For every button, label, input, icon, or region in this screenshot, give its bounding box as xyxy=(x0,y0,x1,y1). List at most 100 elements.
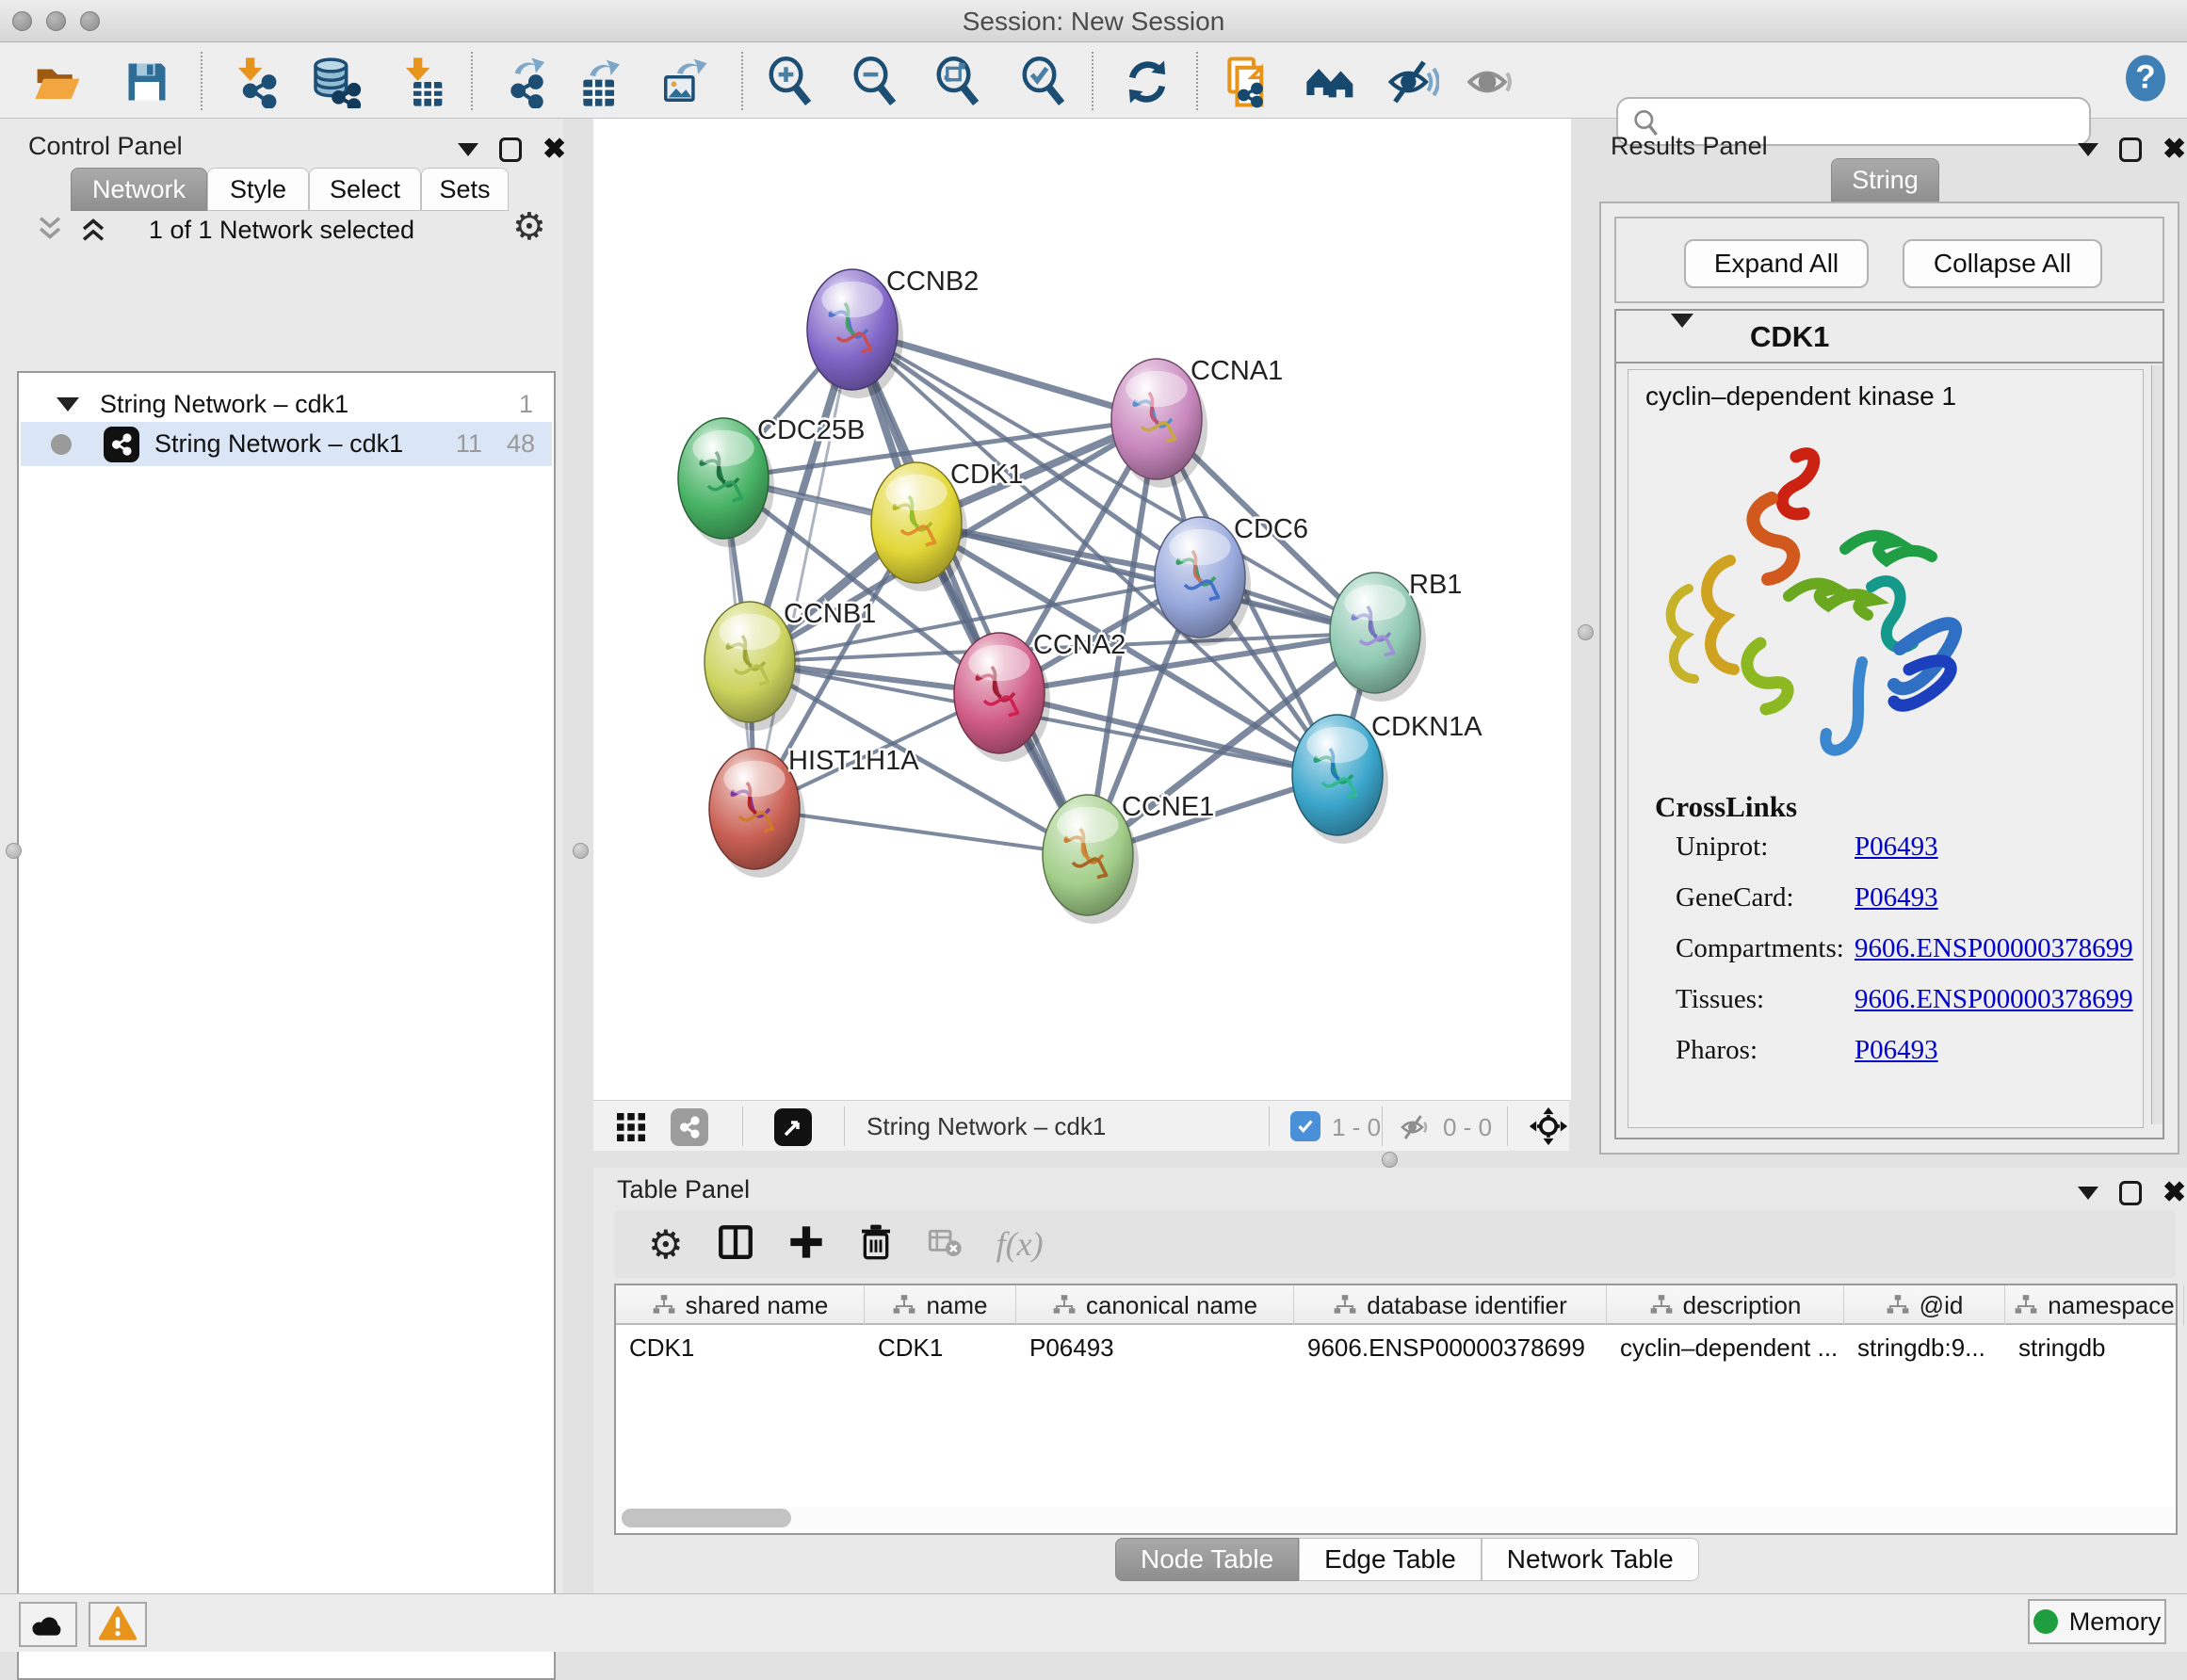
panel-menu-icon[interactable] xyxy=(2078,143,2098,156)
panel-close-icon[interactable]: ✖ xyxy=(2163,1181,2186,1205)
crosslink-link[interactable]: P06493 xyxy=(1855,882,1938,913)
home-layout-button[interactable] xyxy=(1304,56,1357,108)
panel-close-icon[interactable]: ✖ xyxy=(543,137,566,162)
import-table-file-button[interactable] xyxy=(394,56,446,108)
node-result-header[interactable]: CDK1 xyxy=(1616,311,2163,363)
network-collection-row[interactable]: String Network – cdk1 1 xyxy=(21,382,552,427)
network-graph: CCNB2 CCNA1 CDC25B CDK1 CDC6 xyxy=(593,119,1571,1100)
column-header-@id[interactable]: @id xyxy=(1844,1285,2005,1325)
left-edge-splitter-handle[interactable] xyxy=(6,843,22,859)
fit-content-crosshair-icon[interactable] xyxy=(1528,1106,1569,1152)
open-session-button[interactable] xyxy=(31,56,84,108)
refresh-button[interactable] xyxy=(1121,56,1174,108)
delete-column-trash-icon[interactable] xyxy=(857,1223,895,1266)
table-cell[interactable]: CDK1 xyxy=(865,1329,1016,1366)
network-edge[interactable] xyxy=(852,330,1088,855)
collapse-all-button[interactable]: Collapse All xyxy=(1903,239,2102,288)
show-columns-icon[interactable] xyxy=(716,1222,755,1267)
selected-checkbox-icon[interactable] xyxy=(1290,1111,1320,1141)
expand-all-button[interactable]: Expand All xyxy=(1684,239,1869,288)
panel-menu-icon[interactable] xyxy=(2078,1187,2098,1200)
network-node-HIST1H1A[interactable]: HIST1H1A xyxy=(709,746,919,878)
column-header-database-identifier[interactable]: database identifier xyxy=(1294,1285,1607,1325)
network-node-CCNB2[interactable]: CCNB2 xyxy=(807,267,979,398)
warnings-button[interactable] xyxy=(89,1602,147,1647)
network-view-title: String Network – cdk1 xyxy=(867,1112,1106,1141)
birds-eye-view-icon[interactable] xyxy=(614,1110,648,1149)
tab-edge-table[interactable]: Edge Table xyxy=(1299,1538,1482,1581)
import-network-database-button[interactable] xyxy=(309,56,362,108)
scrollbar-thumb[interactable] xyxy=(622,1509,791,1527)
hide-selected-button[interactable] xyxy=(1386,56,1439,108)
tab-node-table[interactable]: Node Table xyxy=(1115,1538,1299,1581)
crosslink-link[interactable]: 9606.ENSP00000378699 xyxy=(1855,984,2133,1015)
collection-expander-icon[interactable] xyxy=(57,397,79,412)
table-settings-gear-icon[interactable]: ⚙ xyxy=(648,1221,684,1268)
table-cell[interactable]: stringdb:9... xyxy=(1844,1329,2005,1366)
table-cell[interactable]: CDK1 xyxy=(616,1329,865,1366)
results-scrollbar[interactable] xyxy=(2151,365,2163,1124)
create-column-icon[interactable] xyxy=(787,1223,825,1266)
network-node-CCNA2[interactable]: CCNA2 xyxy=(954,630,1126,762)
panel-close-icon[interactable]: ✖ xyxy=(2163,137,2186,162)
node-label: CCNE1 xyxy=(1122,792,1214,822)
crosslink-link[interactable]: P06493 xyxy=(1855,832,1938,863)
control-canvas-splitter-handle[interactable] xyxy=(573,843,589,859)
string-view-icon[interactable] xyxy=(671,1108,708,1146)
node-label: CCNB2 xyxy=(886,267,979,297)
tab-sets[interactable]: Sets xyxy=(421,168,509,211)
show-all-button[interactable] xyxy=(1467,56,1520,108)
column-header-description[interactable]: description xyxy=(1607,1285,1844,1325)
network-node-CDC25B[interactable]: CDC25B xyxy=(678,415,865,547)
panel-float-icon[interactable] xyxy=(2119,137,2142,162)
network-node-CCNE1[interactable]: CCNE1 xyxy=(1043,792,1214,924)
crosslink-link[interactable]: P06493 xyxy=(1855,1035,1938,1066)
tab-network-table[interactable]: Network Table xyxy=(1482,1538,1699,1581)
node-label: HIST1H1A xyxy=(788,746,919,776)
column-source-icon xyxy=(652,1293,676,1317)
panel-menu-icon[interactable] xyxy=(458,143,478,156)
column-header-shared-name[interactable]: shared name xyxy=(616,1285,865,1325)
canvas-table-splitter-handle[interactable] xyxy=(1382,1152,1398,1168)
tab-network[interactable]: Network xyxy=(71,168,207,211)
toolbar-separator xyxy=(1092,52,1094,110)
table-cell[interactable]: 9606.ENSP00000378699 xyxy=(1294,1329,1607,1366)
save-session-button[interactable] xyxy=(121,56,173,108)
table-horizontal-scrollbar[interactable] xyxy=(618,1507,2174,1529)
zoom-selected-button[interactable] xyxy=(1017,56,1070,108)
column-header-name[interactable]: name xyxy=(865,1285,1016,1325)
panel-float-icon[interactable] xyxy=(499,137,522,162)
network-node-CDKN1A[interactable]: CDKN1A xyxy=(1292,712,1482,844)
zoom-in-button[interactable] xyxy=(764,56,817,108)
tab-string[interactable]: String xyxy=(1831,158,1939,202)
network-node-RB1[interactable]: RB1 xyxy=(1330,570,1462,702)
network-selection-status: 1 of 1 Network selected xyxy=(0,216,563,245)
network-row-selected[interactable]: String Network – cdk1 11 48 xyxy=(21,422,552,466)
network-node-CCNB1[interactable]: CCNB1 xyxy=(705,599,876,731)
crosslink-link[interactable]: 9606.ENSP00000378699 xyxy=(1855,933,2133,964)
panel-float-icon[interactable] xyxy=(2119,1181,2142,1205)
tab-select[interactable]: Select xyxy=(309,168,421,211)
import-network-file-button[interactable] xyxy=(226,56,279,108)
memory-button[interactable]: Memory xyxy=(2028,1599,2166,1644)
open-in-window-icon[interactable] xyxy=(774,1108,812,1146)
export-table-button[interactable] xyxy=(575,56,627,108)
table-cell[interactable]: stringdb xyxy=(2005,1329,2184,1366)
network-canvas[interactable]: CCNB2 CCNA1 CDC25B CDK1 CDC6 xyxy=(593,119,1571,1100)
export-image-button[interactable] xyxy=(657,56,710,108)
network-options-gear-icon[interactable]: ⚙ xyxy=(512,205,546,249)
help-button[interactable]: ? xyxy=(2119,52,2172,105)
export-network-button[interactable] xyxy=(497,56,550,108)
section-expander-icon[interactable] xyxy=(1671,328,1693,345)
copy-style-button[interactable] xyxy=(1221,56,1273,108)
cloud-status-button[interactable] xyxy=(19,1602,77,1647)
tab-style[interactable]: Style xyxy=(207,168,309,211)
column-header-canonical-name[interactable]: canonical name xyxy=(1016,1285,1294,1325)
zoom-out-button[interactable] xyxy=(849,56,901,108)
zoom-fit-button[interactable] xyxy=(932,56,984,108)
table-cell[interactable]: cyclin–dependent ... xyxy=(1607,1329,1844,1366)
network-node-CCNA1[interactable]: CCNA1 xyxy=(1111,356,1283,488)
hidden-eye-slash-icon[interactable] xyxy=(1400,1110,1434,1149)
column-header-namespace[interactable]: namespace xyxy=(2005,1285,2184,1325)
table-cell[interactable]: P06493 xyxy=(1016,1329,1294,1366)
